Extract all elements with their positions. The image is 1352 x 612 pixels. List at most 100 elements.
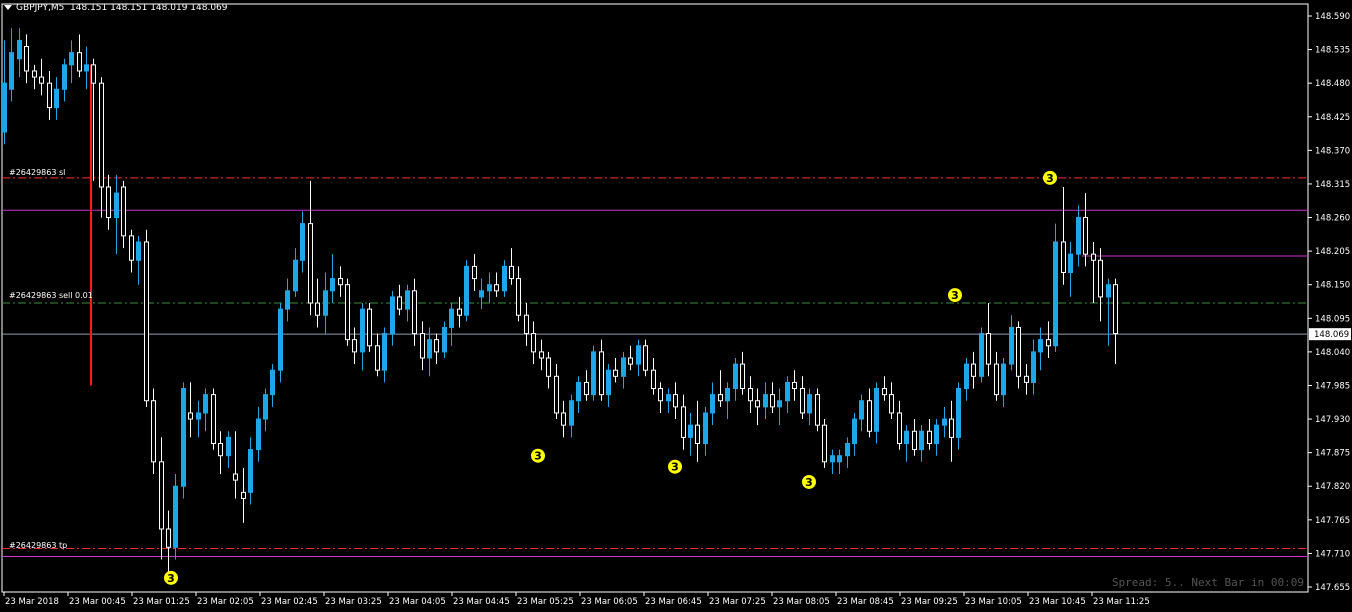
x-axis: 23 Mar 2018 23 Mar 00:45 23 Mar 01:25 23 Ma…	[3, 592, 1150, 607]
candle	[464, 260, 469, 322]
candle-body	[979, 333, 984, 377]
order-tp-label[interactable]: #26429863 tp	[9, 541, 67, 550]
candle	[516, 266, 521, 322]
candle	[942, 406, 947, 438]
candle-body	[285, 290, 290, 310]
candle	[748, 376, 753, 413]
candle	[971, 351, 976, 389]
signal-marker[interactable]: 3	[948, 288, 962, 303]
candle-body	[308, 223, 313, 304]
candle	[427, 327, 432, 377]
candle	[434, 333, 439, 365]
candle	[218, 431, 223, 475]
candle-body	[226, 436, 231, 457]
candle	[270, 364, 275, 407]
candle-body	[606, 369, 611, 396]
candle	[181, 382, 186, 499]
signal-marker[interactable]: 3	[668, 459, 682, 474]
candle-body	[1016, 326, 1021, 377]
candle	[1061, 186, 1066, 285]
candle	[800, 376, 805, 420]
candle	[1091, 241, 1096, 304]
marker-label: 3	[951, 289, 959, 302]
candle-body	[621, 357, 626, 377]
candle	[584, 370, 589, 401]
y-tick-label: 147.930	[1315, 415, 1350, 425]
candle	[710, 382, 715, 426]
candle	[1053, 223, 1058, 352]
candle	[986, 303, 991, 377]
candle-body	[569, 400, 574, 426]
price-chart[interactable]: 3 3 3 3 3 3 148.590 148.535 148.480 148.425 148.37…	[0, 0, 1352, 612]
candle-body	[934, 424, 939, 444]
candle	[509, 248, 514, 285]
signal-marker[interactable]: 3	[164, 570, 178, 585]
candle	[62, 58, 67, 102]
candle	[345, 278, 350, 346]
candle-body	[837, 455, 842, 463]
trading-chart-window[interactable]: 3 3 3 3 3 3 148.590 148.535 148.480 148.425 148.37…	[0, 0, 1352, 612]
candle-body	[539, 351, 544, 359]
signal-marker[interactable]: 3	[802, 474, 816, 489]
candle-body	[91, 64, 96, 84]
candle-body	[703, 412, 708, 444]
candle-body	[845, 442, 850, 457]
candle-body	[1076, 217, 1081, 255]
candle	[69, 40, 74, 84]
order-entry-label[interactable]: #26429863 sell 0.01	[9, 291, 93, 300]
candle	[241, 467, 246, 523]
order-sl-label[interactable]: #26429863 sl	[9, 168, 65, 177]
candle-body	[830, 455, 835, 463]
candle-body	[263, 394, 268, 420]
candle	[852, 412, 857, 456]
y-tick-label: 147.875	[1315, 449, 1350, 459]
candle	[621, 351, 626, 389]
candle-body	[636, 345, 641, 365]
candle-body	[278, 308, 283, 371]
y-tick-label: 148.205	[1315, 247, 1350, 257]
candle-body	[77, 52, 82, 72]
signal-marker[interactable]: 3	[531, 448, 545, 463]
candle	[315, 278, 320, 328]
candle	[927, 419, 932, 450]
candle	[1113, 278, 1118, 365]
candle	[658, 382, 663, 413]
candle	[576, 376, 581, 413]
candle-body	[181, 388, 186, 487]
candle-body	[524, 314, 529, 335]
candle-body	[1009, 326, 1014, 365]
candle-body	[390, 296, 395, 335]
candle-body	[1106, 284, 1111, 298]
x-tick-label: 23 Mar 02:45	[261, 597, 318, 607]
candle	[99, 77, 104, 218]
current-price-label: 148.069	[1314, 330, 1349, 340]
candle	[919, 425, 924, 462]
candle	[1098, 248, 1103, 322]
x-tick-label: 23 Mar 04:45	[453, 597, 510, 607]
candle-body	[136, 241, 141, 261]
candle	[494, 272, 499, 297]
spread-status: Spread: 5.. Next Bar in 00:09	[1111, 576, 1304, 589]
candle-body	[770, 394, 775, 408]
candle-body	[420, 333, 425, 359]
candle	[24, 34, 29, 84]
x-tick-label: 23 Mar 04:05	[389, 597, 446, 607]
candle	[203, 388, 208, 432]
signal-marker[interactable]: 3	[1043, 170, 1057, 185]
candle	[904, 425, 909, 462]
candle-body	[897, 412, 902, 444]
candle-body	[927, 430, 932, 444]
candle-body	[1091, 253, 1096, 261]
candle-body	[882, 388, 887, 396]
candle-body	[546, 357, 551, 377]
candle	[1016, 321, 1021, 389]
candle-body	[561, 412, 566, 426]
candle-body	[39, 76, 44, 84]
candle	[822, 419, 827, 468]
candle	[755, 388, 760, 426]
y-tick-label: 148.425	[1315, 113, 1350, 123]
x-tick-label: 23 Mar 07:25	[709, 597, 766, 607]
symbol-timeframe: GBPJPY,M5	[16, 3, 65, 13]
dropdown-triangle-icon[interactable]	[4, 5, 12, 10]
candle-body	[994, 363, 999, 396]
